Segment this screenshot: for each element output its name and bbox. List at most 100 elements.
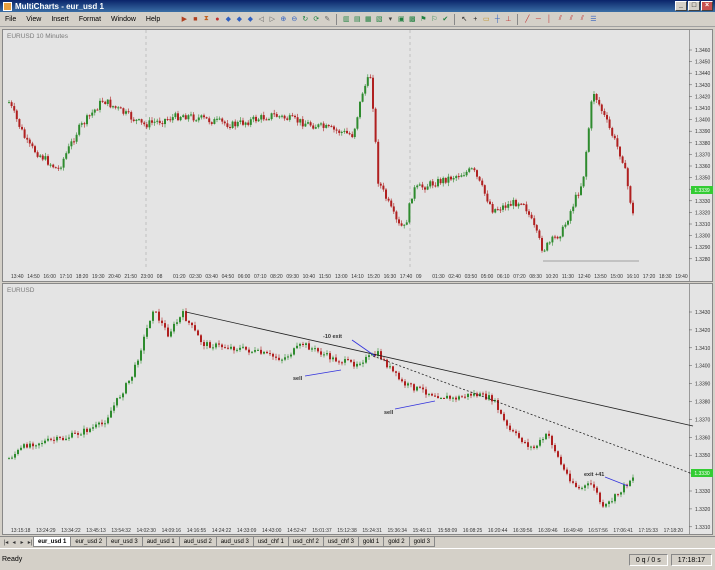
x-tick-label: 14:09:16 <box>162 528 182 534</box>
zoom-in-icon[interactable]: ⊕ <box>278 14 288 24</box>
horizontal-line-icon[interactable]: ─ <box>533 14 543 24</box>
candle <box>317 348 319 352</box>
candle <box>603 111 606 115</box>
y-tick-label: 1.3280 <box>695 257 711 263</box>
candle <box>566 469 568 474</box>
candle <box>366 77 369 86</box>
candle-chart-icon[interactable]: ▦ <box>363 14 373 24</box>
dropdown-icon[interactable]: ▾ <box>385 14 395 24</box>
candle <box>290 354 292 357</box>
bar-chart-icon[interactable]: ▤ <box>352 14 362 24</box>
record-icon[interactable]: ● <box>212 14 222 24</box>
settings-icon[interactable]: ✎ <box>322 14 332 24</box>
tab-usd-chf-3[interactable]: usd_chf 3 <box>322 537 359 547</box>
menu-insert[interactable]: Insert <box>46 16 74 23</box>
candle <box>106 99 109 105</box>
cursor-icon[interactable]: ↖ <box>459 14 469 24</box>
tab-eur-usd-1[interactable]: eur_usd 1 <box>33 537 72 547</box>
zoom-out-icon[interactable]: ⊖ <box>289 14 299 24</box>
comment-icon[interactable]: ▭ <box>481 14 491 24</box>
tab-usd-chf-1[interactable]: usd_chf 1 <box>252 537 289 547</box>
tab-aud-usd-2[interactable]: aud_usd 2 <box>178 537 217 547</box>
chart-pane-bottom[interactable]: 1.3430 1.3420 1.3410 1.3400 1.3390 1.3380 1.33… <box>2 283 713 535</box>
candle <box>149 320 151 329</box>
candle <box>509 204 512 206</box>
app-icon <box>3 1 12 11</box>
menu-view[interactable]: View <box>21 16 46 23</box>
chart-type-icon[interactable]: ▥ <box>341 14 351 24</box>
tab-aud-usd-1[interactable]: aud_usd 1 <box>141 537 180 547</box>
crosshair-icon[interactable]: + <box>470 14 480 24</box>
diamond-small-icon[interactable]: ◆ <box>245 14 255 24</box>
sync-icon[interactable]: ⟳ <box>311 14 321 24</box>
gann-icon[interactable]: ⫽ <box>577 14 587 24</box>
diamond-icon[interactable]: ◆ <box>223 14 233 24</box>
tab-gold-2[interactable]: gold 2 <box>383 537 410 547</box>
indicator-icon[interactable]: ⚑ <box>418 14 428 24</box>
candle <box>494 209 497 213</box>
candle <box>395 211 398 220</box>
tab-eur-usd-3[interactable]: eur_usd 3 <box>106 537 143 547</box>
symbol-label: EURUSD 10 Minutes <box>7 33 69 40</box>
prev-tab-icon[interactable]: ◂ <box>10 539 18 546</box>
layout-icon[interactable]: ▩ <box>407 14 417 24</box>
candle <box>224 347 226 349</box>
tab-usd-chf-2[interactable]: usd_chf 2 <box>287 537 324 547</box>
x-tick-label: 15:58:09 <box>438 528 458 534</box>
x-tick-label: 16:08:25 <box>463 528 483 534</box>
first-tab-icon[interactable]: |◂ <box>2 539 10 546</box>
text-tool-icon[interactable]: ┼ <box>492 14 502 24</box>
menu-format[interactable]: Format <box>74 16 106 23</box>
candle <box>574 194 577 207</box>
shape-tool-icon[interactable]: ⊥ <box>503 14 513 24</box>
menu-help[interactable]: Help <box>141 16 165 23</box>
check-icon[interactable]: ✔ <box>440 14 450 24</box>
channel-icon[interactable]: ⫽ <box>555 14 565 24</box>
candle <box>624 162 627 169</box>
line-chart-icon[interactable]: ▧ <box>374 14 384 24</box>
candle <box>273 113 276 115</box>
play-icon[interactable]: ▶ <box>179 14 189 24</box>
tab-aud-usd-3[interactable]: aud_usd 3 <box>215 537 254 547</box>
diamond-alt-icon[interactable]: ◆ <box>234 14 244 24</box>
grid-icon[interactable]: ▣ <box>396 14 406 24</box>
arrow-right-icon[interactable]: ▷ <box>267 14 277 24</box>
chart-pane-top[interactable]: 1.3460 1.3450 1.3440 1.3430 1.3420 1.3410 1.34… <box>2 29 713 282</box>
hourglass-icon[interactable]: ⧗ <box>201 14 211 24</box>
candle <box>554 445 556 452</box>
refresh-icon[interactable]: ↻ <box>300 14 310 24</box>
tab-gold-1[interactable]: gold 1 <box>357 537 385 547</box>
x-tick-label: 03:50 <box>465 274 478 280</box>
arrow-left-icon[interactable]: ◁ <box>256 14 266 24</box>
candle <box>104 101 107 105</box>
candle <box>190 114 192 116</box>
candle <box>561 226 564 237</box>
x-tick-label: 16:10 <box>627 274 640 280</box>
fibonacci-icon[interactable]: ⫽ <box>566 14 576 24</box>
signal-icon[interactable]: ⚐ <box>429 14 439 24</box>
tab-gold-3[interactable]: gold 3 <box>408 537 435 547</box>
maximize-button[interactable]: □ <box>688 1 700 11</box>
menu-file[interactable]: File <box>0 16 21 23</box>
list-icon[interactable]: ☰ <box>588 14 598 24</box>
close-button[interactable]: × <box>701 1 713 11</box>
vertical-line-icon[interactable]: │ <box>544 14 554 24</box>
x-tick-label: 13:54:32 <box>111 528 131 534</box>
price-chart-top[interactable]: 1.3460 1.3450 1.3440 1.3430 1.3420 1.3410 1.34… <box>3 30 714 283</box>
candle <box>323 354 325 356</box>
candle <box>353 128 356 138</box>
next-tab-icon[interactable]: ▸ <box>18 539 26 546</box>
price-chart-bottom[interactable]: 1.3430 1.3420 1.3410 1.3400 1.3390 1.3380 1.33… <box>3 284 714 536</box>
candle <box>502 205 504 210</box>
menu-window[interactable]: Window <box>106 16 141 23</box>
stop-icon[interactable]: ■ <box>190 14 200 24</box>
trendline-icon[interactable]: ╱ <box>522 14 532 24</box>
candle <box>314 348 316 350</box>
minimize-button[interactable]: _ <box>675 1 687 11</box>
annotation-exit: exit +41 <box>584 472 604 478</box>
candle <box>117 107 120 109</box>
x-tick-label: 16:39:56 <box>513 528 533 534</box>
candle <box>411 198 413 204</box>
tab-eur-usd-2[interactable]: eur_usd 2 <box>70 537 108 547</box>
candle <box>611 127 614 136</box>
